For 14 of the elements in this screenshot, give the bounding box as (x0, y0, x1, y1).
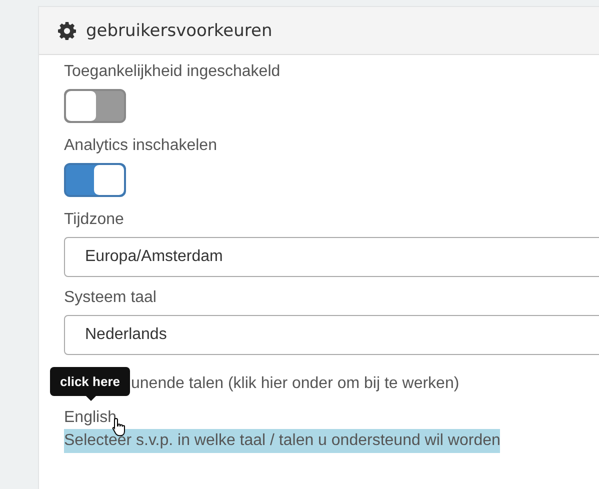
selected-hint-text: Selecteer s.v.p. in welke taal / talen u ondersteund wil worden (64, 429, 500, 453)
dropdown-field[interactable]: Europa/Amsterdam (64, 237, 599, 277)
dropdown-field[interactable]: Nederlands (64, 315, 599, 355)
field-label: Systeem taal (64, 288, 156, 308)
field-label: unende talen (klik hier onder om bij te werken) (131, 374, 460, 394)
toggle-switch[interactable] (64, 89, 126, 123)
field-label: Tijdzone (64, 210, 124, 230)
language-item[interactable]: English (64, 407, 116, 429)
settings-icon (58, 22, 76, 40)
field-label: Toegankelijkheid ingeschakeld (64, 62, 280, 82)
field-label: Analytics inschakelen (64, 136, 217, 156)
tooltip: click here (50, 367, 130, 401)
panel-title: gebruikersvoorkeuren (86, 20, 272, 40)
toggle-switch[interactable] (64, 163, 126, 197)
